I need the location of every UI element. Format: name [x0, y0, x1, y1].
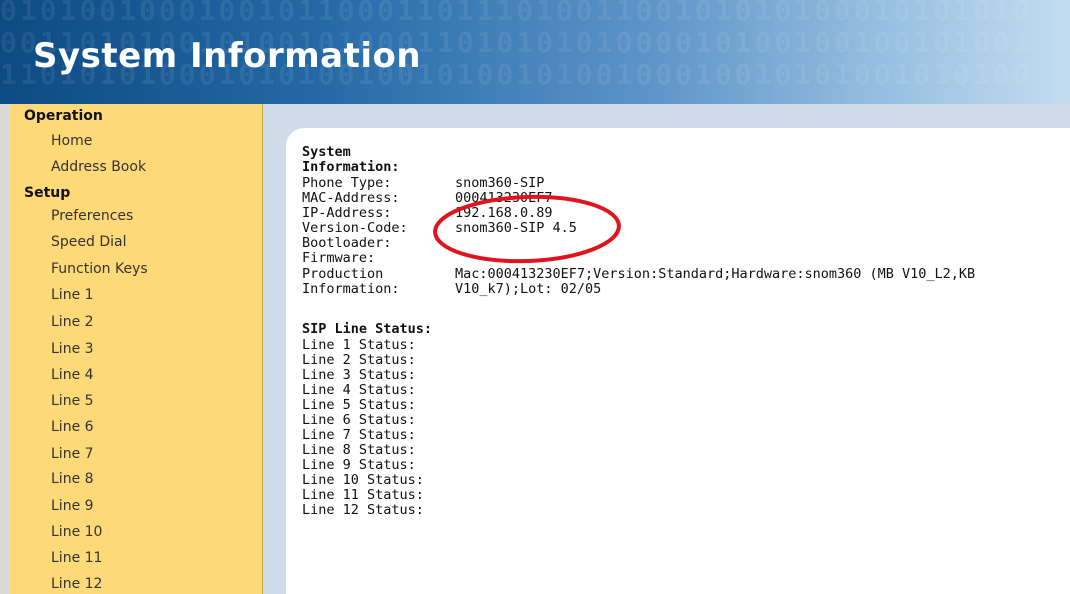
sidebar-item-preferences[interactable]: Preferences	[51, 208, 133, 224]
sidebar-item-line-12[interactable]: Line 12	[51, 576, 102, 592]
sidebar-item-line-10[interactable]: Line 10	[51, 524, 102, 540]
version-code-value: snom360-SIP 4.5	[455, 220, 577, 236]
sidebar-item-line-9[interactable]: Line 9	[51, 498, 94, 514]
line-6-status-label: Line 6 Status:	[302, 412, 416, 428]
sidebar-section-operation: Operation	[24, 108, 103, 124]
mac-address-value: 000413230EF7	[455, 190, 553, 206]
firmware-label: Firmware:	[302, 250, 376, 266]
production-info-value-line1: Mac:000413230EF7;Version:Standard;Hardwa…	[455, 266, 976, 282]
sidebar-item-address-book[interactable]: Address Book	[51, 159, 146, 175]
bootloader-label: Bootloader:	[302, 235, 392, 251]
phone-type-label: Phone Type:	[302, 175, 392, 191]
sidebar-item-function-keys[interactable]: Function Keys	[51, 261, 148, 277]
sidebar-item-line-6[interactable]: Line 6	[51, 419, 94, 435]
line-11-status-label: Line 11 Status:	[302, 487, 424, 503]
sidebar-item-line-4[interactable]: Line 4	[51, 367, 94, 383]
system-info-heading-line2: Information:	[302, 159, 400, 175]
line-1-status-label: Line 1 Status:	[302, 337, 416, 353]
version-code-label: Version-Code:	[302, 220, 408, 236]
sidebar-item-line-11[interactable]: Line 11	[51, 550, 102, 566]
header-binary-pattern: 0101001000100101100011011101001100101010…	[0, 0, 1033, 27]
sidebar-item-line-5[interactable]: Line 5	[51, 393, 94, 409]
line-10-status-label: Line 10 Status:	[302, 472, 424, 488]
line-8-status-label: Line 8 Status:	[302, 442, 416, 458]
left-edge-bar	[0, 104, 9, 594]
ip-address-label: IP-Address:	[302, 205, 392, 221]
production-info-value-line2: V10_k7);Lot: 02/05	[455, 281, 602, 297]
phone-type-value: snom360-SIP	[455, 175, 545, 191]
sidebar-item-line-1[interactable]: Line 1	[51, 287, 94, 303]
line-3-status-label: Line 3 Status:	[302, 367, 416, 383]
production-info-label-line1: Production	[302, 266, 384, 282]
ip-address-value: 192.168.0.89	[455, 205, 553, 221]
line-5-status-label: Line 5 Status:	[302, 397, 416, 413]
sip-line-status-heading: SIP Line Status:	[302, 321, 433, 337]
sidebar-item-line-7[interactable]: Line 7	[51, 446, 94, 462]
line-12-status-label: Line 12 Status:	[302, 502, 424, 518]
sidebar-item-line-2[interactable]: Line 2	[51, 314, 94, 330]
system-info-heading-line1: System	[302, 144, 351, 160]
line-7-status-label: Line 7 Status:	[302, 427, 416, 443]
sidebar-item-line-8[interactable]: Line 8	[51, 471, 94, 487]
sidebar-item-line-3[interactable]: Line 3	[51, 341, 94, 357]
sidebar-item-speed-dial[interactable]: Speed Dial	[51, 234, 126, 250]
line-4-status-label: Line 4 Status:	[302, 382, 416, 398]
page-header: 0101001000100101100011011101001100101010…	[0, 0, 1070, 104]
line-9-status-label: Line 9 Status:	[302, 457, 416, 473]
line-2-status-label: Line 2 Status:	[302, 352, 416, 368]
production-info-label-line2: Information:	[302, 281, 400, 297]
mac-address-label: MAC-Address:	[302, 190, 400, 206]
sidebar-nav: Operation Home Address Book Setup Prefer…	[9, 104, 263, 594]
page-title: System Information	[33, 36, 422, 76]
sidebar-section-setup: Setup	[24, 185, 71, 201]
sidebar-item-home[interactable]: Home	[51, 133, 92, 149]
